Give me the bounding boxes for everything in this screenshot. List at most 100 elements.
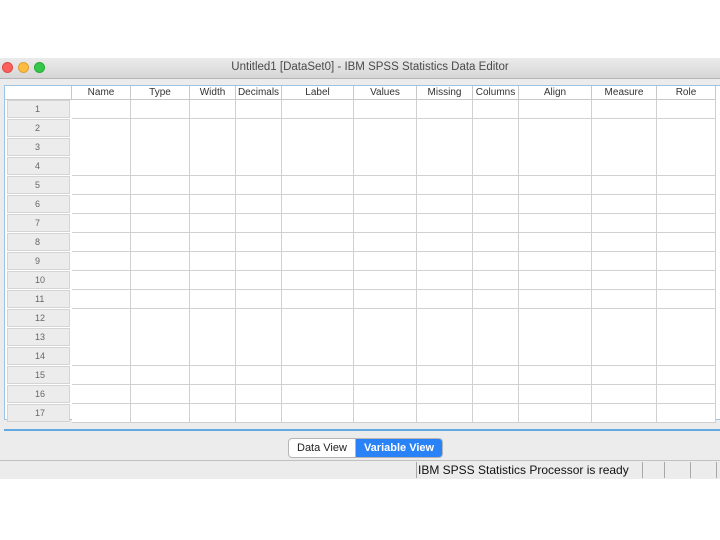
column-header-missing[interactable]: Missing [417,86,473,100]
column-header-width[interactable]: Width [190,86,236,100]
grid-cell[interactable] [282,309,354,328]
grid-cell[interactable] [473,119,519,138]
grid-cell[interactable] [282,100,354,119]
grid-cell[interactable] [131,195,190,214]
grid-cell[interactable] [354,195,417,214]
grid-cell[interactable] [72,157,131,176]
grid-cell[interactable] [354,328,417,347]
grid-cell[interactable] [417,366,473,385]
grid-cell[interactable] [131,157,190,176]
grid-cell[interactable] [354,347,417,366]
grid-cell[interactable] [519,404,592,423]
row-number[interactable]: 5 [7,176,70,194]
grid-cell[interactable] [473,195,519,214]
grid-cell[interactable] [354,271,417,290]
grid-cell[interactable] [519,328,592,347]
grid-cell[interactable] [282,347,354,366]
grid-cell[interactable] [417,214,473,233]
grid-cell[interactable] [72,100,131,119]
grid-cell[interactable] [592,271,657,290]
grid-cell[interactable] [190,100,236,119]
row-number[interactable]: 4 [7,157,70,175]
grid-cell[interactable] [592,290,657,309]
grid-cell[interactable] [592,252,657,271]
grid-cell[interactable] [657,366,716,385]
grid-cell[interactable] [417,176,473,195]
grid-cell[interactable] [72,271,131,290]
column-header-type[interactable]: Type [131,86,190,100]
column-header-align[interactable]: Align [519,86,592,100]
grid-cell[interactable] [657,404,716,423]
grid-cell[interactable] [519,233,592,252]
grid-cell[interactable] [131,271,190,290]
grid-cell[interactable] [190,138,236,157]
grid-cell[interactable] [417,290,473,309]
row-number[interactable]: 3 [7,138,70,156]
grid-cell[interactable] [592,176,657,195]
grid-cell[interactable] [236,271,282,290]
grid-cell[interactable] [657,138,716,157]
grid-cell[interactable] [519,100,592,119]
grid-cell[interactable] [519,271,592,290]
grid-cell[interactable] [236,176,282,195]
grid-cell[interactable] [236,119,282,138]
grid-cell[interactable] [592,100,657,119]
row-number[interactable]: 11 [7,290,70,308]
grid-cell[interactable] [190,195,236,214]
grid-cell[interactable] [473,157,519,176]
grid-cell[interactable] [473,271,519,290]
grid-cell[interactable] [131,328,190,347]
grid-cell[interactable] [592,119,657,138]
grid-cell[interactable] [282,195,354,214]
grid-cell[interactable] [473,100,519,119]
grid-cell[interactable] [72,252,131,271]
row-number[interactable]: 12 [7,309,70,327]
grid-cell[interactable] [519,290,592,309]
grid-cell[interactable] [592,309,657,328]
grid-cell[interactable] [417,195,473,214]
grid-cell[interactable] [592,366,657,385]
tab-variable-view[interactable]: Variable View [355,439,443,457]
grid-cell[interactable] [354,404,417,423]
grid-cell[interactable] [657,290,716,309]
grid-cell[interactable] [236,404,282,423]
grid-cell[interactable] [131,176,190,195]
grid-cell[interactable] [519,385,592,404]
column-header-values[interactable]: Values [354,86,417,100]
grid-cell[interactable] [473,309,519,328]
row-number[interactable]: 7 [7,214,70,232]
grid-cell[interactable] [190,271,236,290]
grid-cell[interactable] [72,309,131,328]
grid-cell[interactable] [592,404,657,423]
variable-view-grid[interactable]: Name Type Width Decimals Label Values Missing C… [4,85,720,423]
grid-cell[interactable] [657,157,716,176]
grid-cell[interactable] [657,119,716,138]
grid-cell[interactable] [236,233,282,252]
grid-cell[interactable] [236,366,282,385]
grid-cell[interactable] [592,347,657,366]
grid-cell[interactable] [131,119,190,138]
grid-cell[interactable] [131,138,190,157]
grid-cell[interactable] [354,385,417,404]
grid-cell[interactable] [354,252,417,271]
grid-cell[interactable] [190,290,236,309]
grid-cell[interactable] [236,157,282,176]
grid-cell[interactable] [236,385,282,404]
grid-cell[interactable] [282,404,354,423]
grid-cell[interactable] [354,290,417,309]
grid-cell[interactable] [519,252,592,271]
grid-cell[interactable] [657,309,716,328]
grid-cell[interactable] [72,138,131,157]
grid-cell[interactable] [282,252,354,271]
grid-cell[interactable] [72,404,131,423]
grid-cell[interactable] [417,385,473,404]
grid-cell[interactable] [236,138,282,157]
grid-cell[interactable] [282,157,354,176]
grid-cell[interactable] [657,195,716,214]
grid-cell[interactable] [417,119,473,138]
grid-cell[interactable] [657,176,716,195]
grid-cell[interactable] [417,252,473,271]
grid-cell[interactable] [592,328,657,347]
row-number[interactable]: 1 [7,100,70,118]
grid-cell[interactable] [236,328,282,347]
